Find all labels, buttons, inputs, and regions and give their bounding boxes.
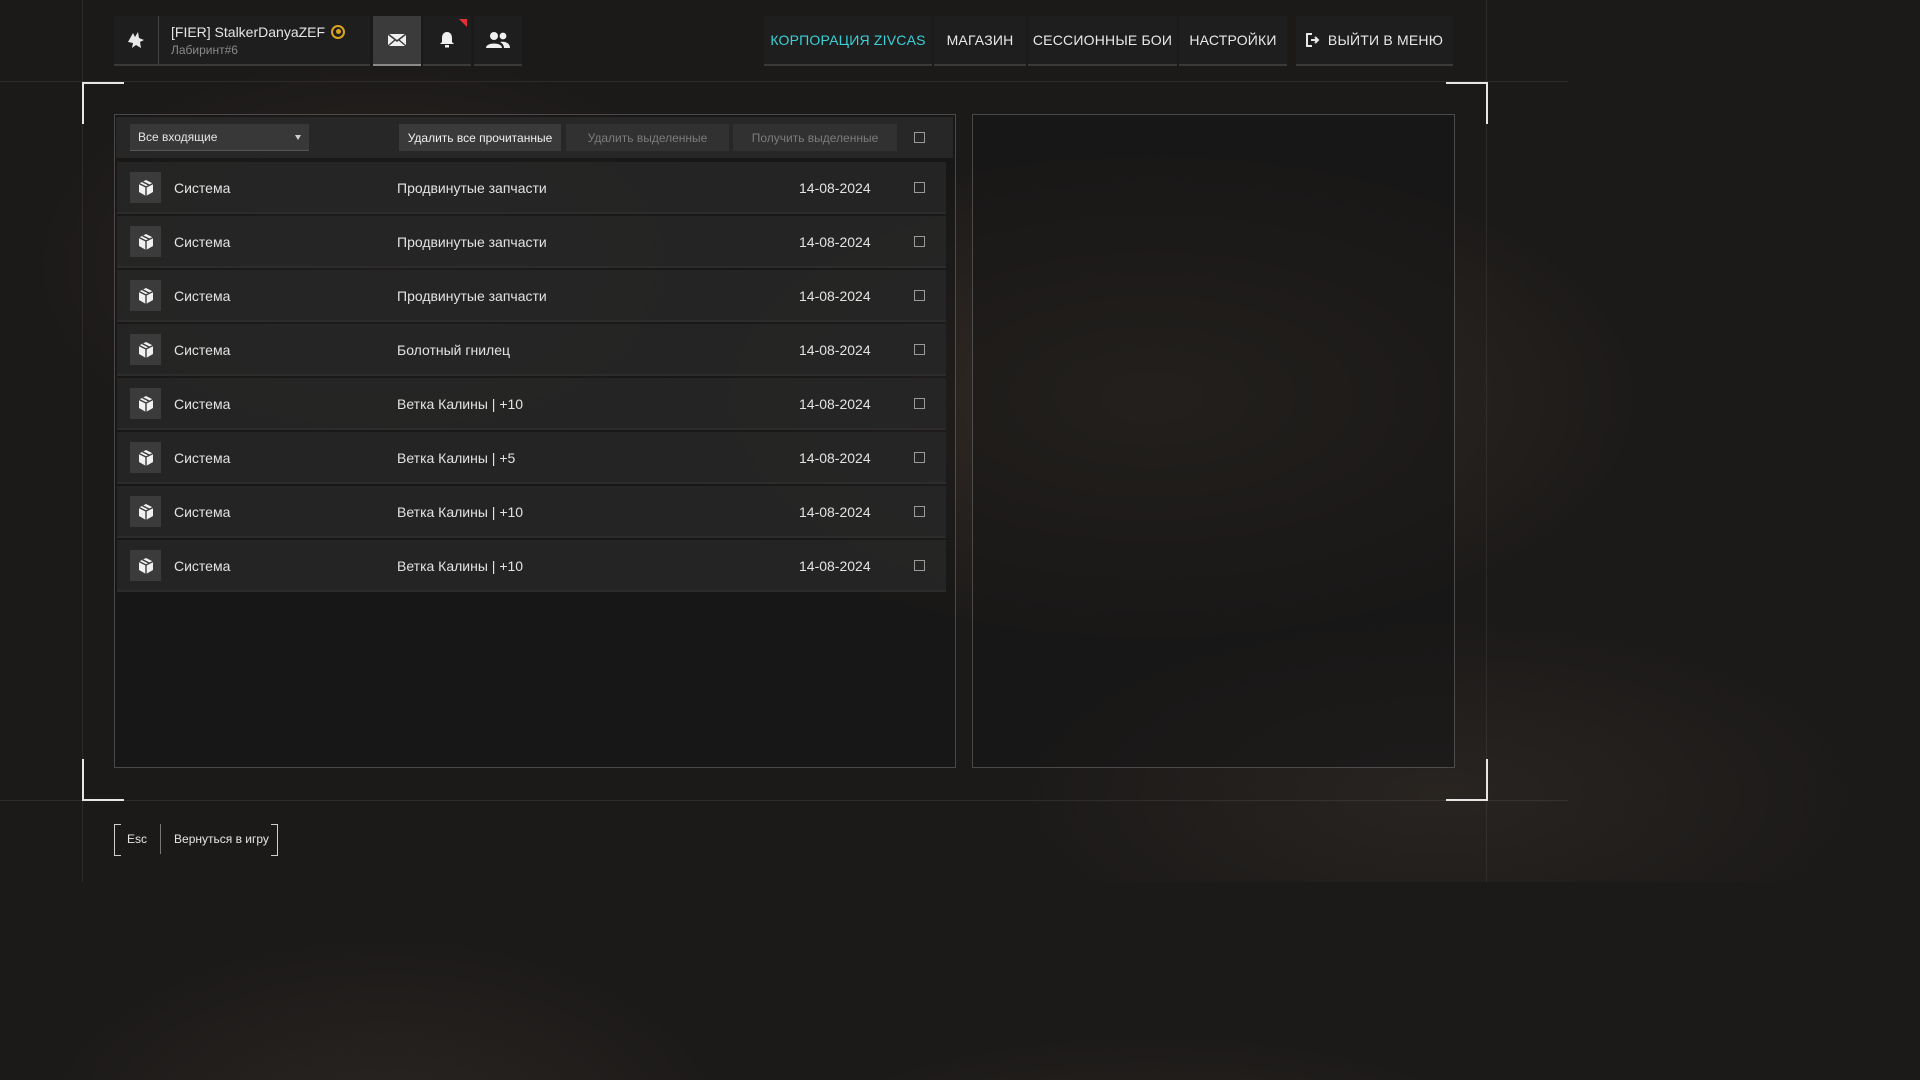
mail-row[interactable]: Система Продвинутые запчасти 14-08-2024 xyxy=(117,270,946,322)
mail-sender: Система xyxy=(174,180,231,196)
nav-corporation[interactable]: КОРПОРАЦИЯ ZIVCAS xyxy=(764,16,932,66)
mail-select-checkbox[interactable] xyxy=(914,236,925,247)
mail-row[interactable]: Система Продвинутые запчасти 14-08-2024 xyxy=(117,216,946,268)
frame-line-left xyxy=(82,0,83,882)
mail-filter-value: Все входящие xyxy=(138,130,218,144)
mail-date: 14-08-2024 xyxy=(799,180,871,196)
bell-icon xyxy=(440,32,454,48)
package-icon xyxy=(130,388,161,419)
frame-line-top xyxy=(0,81,1568,82)
mail-subject: Продвинутые запчасти xyxy=(397,288,547,304)
mail-select-checkbox[interactable] xyxy=(914,452,925,463)
mail-icon xyxy=(387,33,407,47)
mail-date: 14-08-2024 xyxy=(799,504,871,520)
mail-sender: Система xyxy=(174,450,231,466)
exit-to-menu-button[interactable]: ВЫЙТИ В МЕНЮ xyxy=(1296,16,1453,66)
friends-icon xyxy=(486,32,510,48)
package-icon xyxy=(130,496,161,527)
mail-select-checkbox[interactable] xyxy=(914,344,925,355)
nav-settings[interactable]: НАСТРОЙКИ xyxy=(1179,16,1287,66)
mail-date: 14-08-2024 xyxy=(799,342,871,358)
exit-label: ВЫЙТИ В МЕНЮ xyxy=(1327,32,1444,48)
mail-filter-select[interactable]: Все входящие xyxy=(130,124,309,151)
avatar xyxy=(114,16,159,64)
frame-line-right xyxy=(1486,0,1487,882)
mail-date: 14-08-2024 xyxy=(799,558,871,574)
mail-row[interactable]: Система Болотный гнилец 14-08-2024 xyxy=(117,324,946,376)
nav-shop[interactable]: МАГАЗИН xyxy=(934,16,1026,66)
delete-selected-button[interactable]: Удалить выделенные xyxy=(566,124,729,151)
frame-line-bottom xyxy=(0,800,1568,801)
chevron-down-icon xyxy=(295,135,301,140)
select-all-checkbox[interactable] xyxy=(914,132,925,143)
package-icon xyxy=(130,442,161,473)
footer-bracket xyxy=(114,824,121,856)
mail-subject: Ветка Калины | +10 xyxy=(397,504,524,520)
mail-select-checkbox[interactable] xyxy=(914,182,925,193)
mail-row[interactable]: Система Ветка Калины | +10 14-08-2024 xyxy=(117,540,946,592)
mail-sender: Система xyxy=(174,288,231,304)
mail-date: 14-08-2024 xyxy=(799,396,871,412)
mail-subject: Ветка Калины | +5 xyxy=(397,450,516,466)
package-icon xyxy=(130,172,161,203)
mail-date: 14-08-2024 xyxy=(799,234,871,250)
logout-icon xyxy=(1305,33,1320,47)
mail-button[interactable] xyxy=(373,16,421,66)
mail-subject: Ветка Калины | +10 xyxy=(397,558,524,574)
mail-detail-panel xyxy=(972,114,1455,768)
mail-sender: Система xyxy=(174,396,231,412)
delete-read-button[interactable]: Удалить все прочитанные xyxy=(399,124,561,151)
mail-select-checkbox[interactable] xyxy=(914,290,925,301)
esc-key-hint: Esc xyxy=(114,824,162,854)
friends-button[interactable] xyxy=(474,16,522,66)
mail-sender: Система xyxy=(174,234,231,250)
notification-badge xyxy=(459,19,467,27)
mail-select-checkbox[interactable] xyxy=(914,560,925,571)
claim-selected-button[interactable]: Получить выделенные xyxy=(733,124,897,151)
mail-date: 14-08-2024 xyxy=(799,288,871,304)
mail-subject: Продвинутые запчасти xyxy=(397,180,547,196)
mail-row[interactable]: Система Ветка Калины | +5 14-08-2024 xyxy=(117,432,946,484)
mail-subject: Ветка Калины | +10 xyxy=(397,396,524,412)
mail-sender: Система xyxy=(174,504,231,520)
return-to-game-button[interactable]: Esc Вернуться в игру xyxy=(114,824,282,854)
mail-row[interactable]: Система Ветка Калины | +10 14-08-2024 xyxy=(117,378,946,430)
mail-row[interactable]: Система Ветка Калины | +10 14-08-2024 xyxy=(117,486,946,538)
return-to-game-label: Вернуться в игру xyxy=(174,832,269,846)
wolf-head-icon xyxy=(128,32,144,48)
nav-session-battles[interactable]: СЕССИОННЫЕ БОИ xyxy=(1028,16,1177,66)
notifications-button[interactable] xyxy=(423,16,471,66)
package-icon xyxy=(130,280,161,311)
footer-bracket xyxy=(271,824,278,856)
gold-status-icon xyxy=(331,24,346,39)
mail-sender: Система xyxy=(174,342,231,358)
player-location: Лабиринт#6 xyxy=(171,42,238,57)
mail-date: 14-08-2024 xyxy=(799,450,871,466)
mail-subject: Продвинутые запчасти xyxy=(397,234,547,250)
player-name: [FIER] StalkerDanyaZEF xyxy=(171,23,326,40)
mail-subject: Болотный гнилец xyxy=(397,342,511,358)
package-icon xyxy=(130,226,161,257)
mail-select-checkbox[interactable] xyxy=(914,506,925,517)
package-icon xyxy=(130,550,161,581)
player-profile[interactable]: [FIER] StalkerDanyaZEF Лабиринт#6 xyxy=(114,16,370,66)
package-icon xyxy=(130,334,161,365)
mail-select-checkbox[interactable] xyxy=(914,398,925,409)
mail-sender: Система xyxy=(174,558,231,574)
mail-row[interactable]: Система Продвинутые запчасти 14-08-2024 xyxy=(117,162,946,214)
